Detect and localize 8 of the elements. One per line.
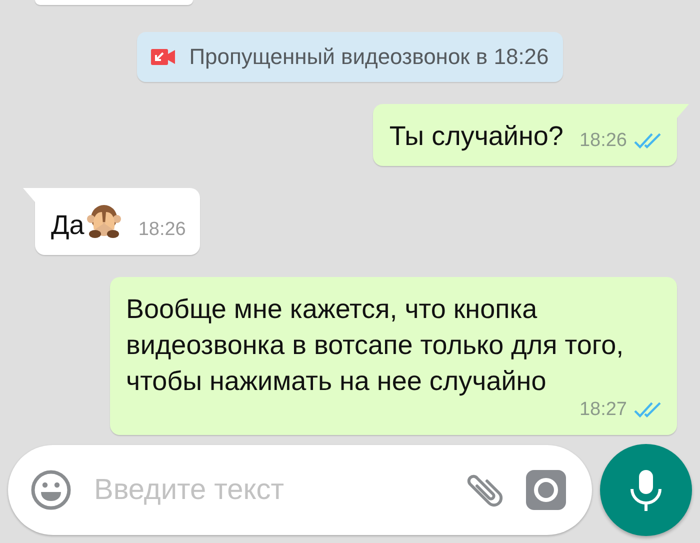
message-input[interactable]: Введите текст xyxy=(92,472,444,508)
notice-text: Пропущенный видеозвонок в 18:26 xyxy=(189,44,549,70)
message-text: Вообще мне кажется, что кнопка видеозвонка в вотсапе только для того, чтобы нажимать на нее случайно xyxy=(126,293,625,398)
message-time: 18:27 xyxy=(579,399,627,421)
message-text: Да xyxy=(51,202,122,243)
message-text: Ты случайно? xyxy=(389,120,564,153)
message-time: 18:26 xyxy=(579,130,627,152)
message-time: 18:26 xyxy=(138,219,186,241)
